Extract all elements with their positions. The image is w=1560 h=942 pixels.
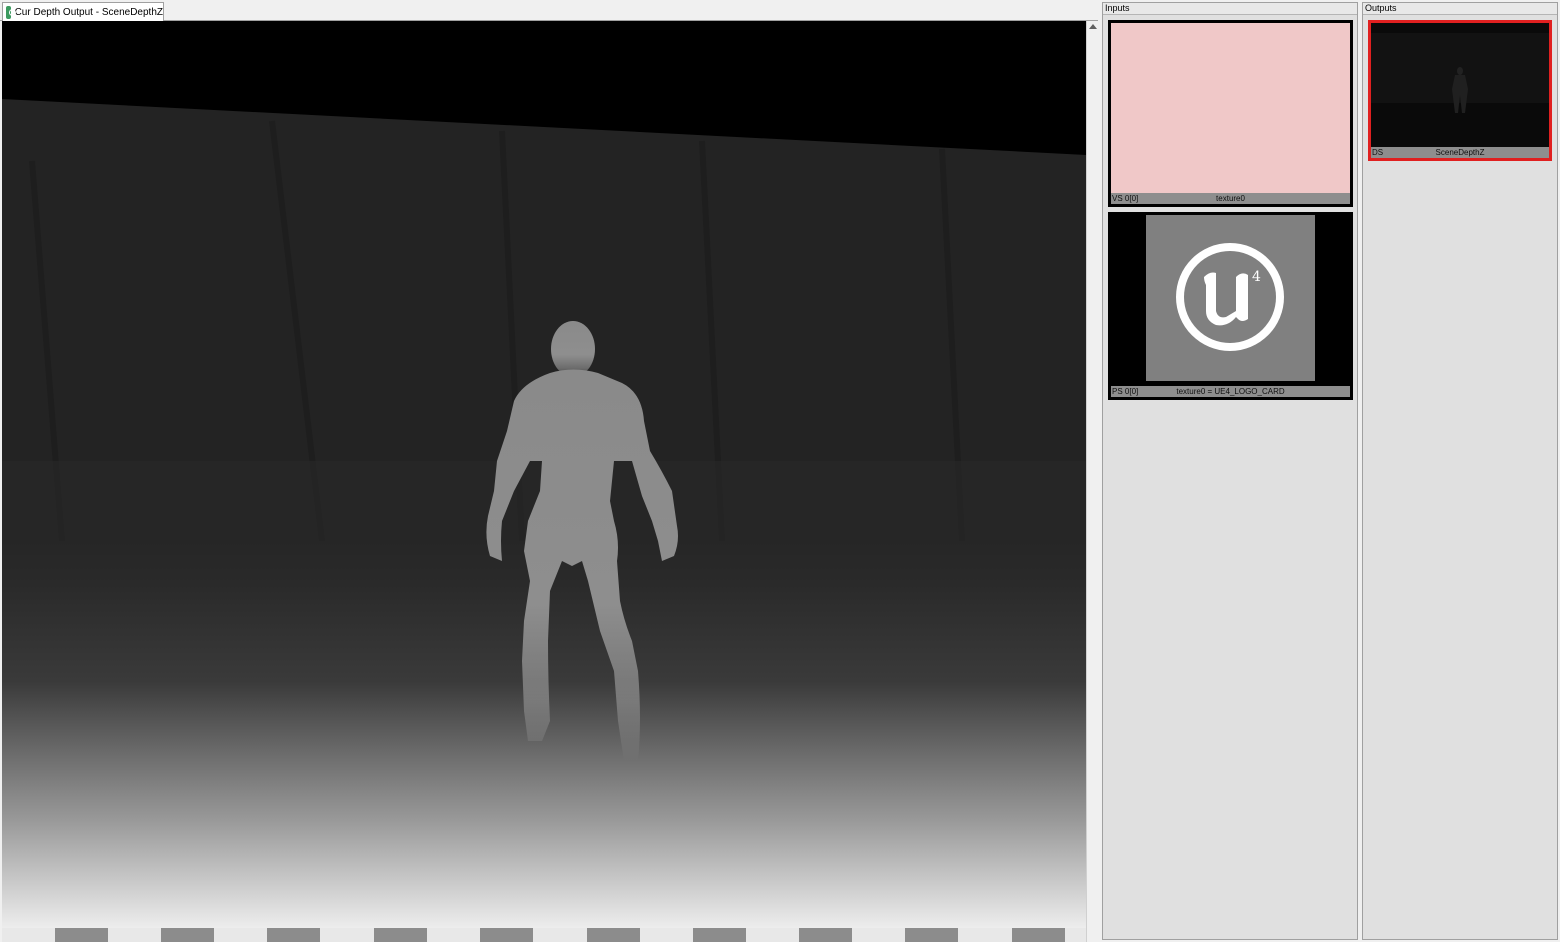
viewport-scrollbar[interactable] <box>1086 21 1098 942</box>
thumbnail-slot: PS 0[0] <box>1112 387 1139 396</box>
input-thumbnail-texture0-vs[interactable]: texture0 VS 0[0] <box>1108 20 1353 207</box>
thumbnail-caption: texture0 VS 0[0] <box>1111 193 1350 204</box>
pink-texture-preview <box>1111 23 1350 193</box>
scroll-up-icon[interactable] <box>1089 24 1097 29</box>
inputs-panel-title: Inputs <box>1103 3 1357 15</box>
thumbnail-caption: texture0 = UE4_LOGO_CARD PS 0[0] <box>1111 386 1350 397</box>
outputs-panel-title: Outputs <box>1363 3 1557 15</box>
thumbnail-name: texture0 = UE4_LOGO_CARD <box>1176 387 1285 396</box>
tab-label: Cur Depth Output - SceneDepthZ <box>14 7 163 18</box>
inputs-panel: Inputs texture0 VS 0[0] 4 texture0 = UE4… <box>1102 2 1358 940</box>
svg-text:4: 4 <box>1252 269 1261 285</box>
outputs-panel: Outputs SceneDepthZ DS <box>1362 2 1558 940</box>
depth-output-preview <box>1371 23 1549 147</box>
ue4-logo-icon: 4 <box>1146 215 1315 381</box>
thumbnail-slot: DS <box>1372 148 1384 157</box>
input-thumbnail-texture0-ps[interactable]: 4 texture0 = UE4_LOGO_CARD PS 0[0] <box>1108 212 1353 400</box>
output-thumbnail-scenedepthz[interactable]: SceneDepthZ DS <box>1368 20 1552 161</box>
texture-viewer-icon <box>6 6 16 19</box>
logo-texture-preview: 4 <box>1111 215 1350 386</box>
tab-cur-depth-output[interactable]: Cur Depth Output - SceneDepthZ <box>2 2 164 22</box>
tab-strip: Cur Depth Output - SceneDepthZ <box>0 0 1098 22</box>
checker-strip <box>2 928 1086 942</box>
thumbnail-name: texture0 <box>1216 194 1245 203</box>
thumbnail-name: SceneDepthZ <box>1435 148 1485 157</box>
thumbnail-caption: SceneDepthZ DS <box>1371 147 1549 158</box>
thumbnail-slot: VS 0[0] <box>1112 194 1139 203</box>
texture-viewport[interactable] <box>2 21 1086 942</box>
depth-image <box>2 21 1086 942</box>
